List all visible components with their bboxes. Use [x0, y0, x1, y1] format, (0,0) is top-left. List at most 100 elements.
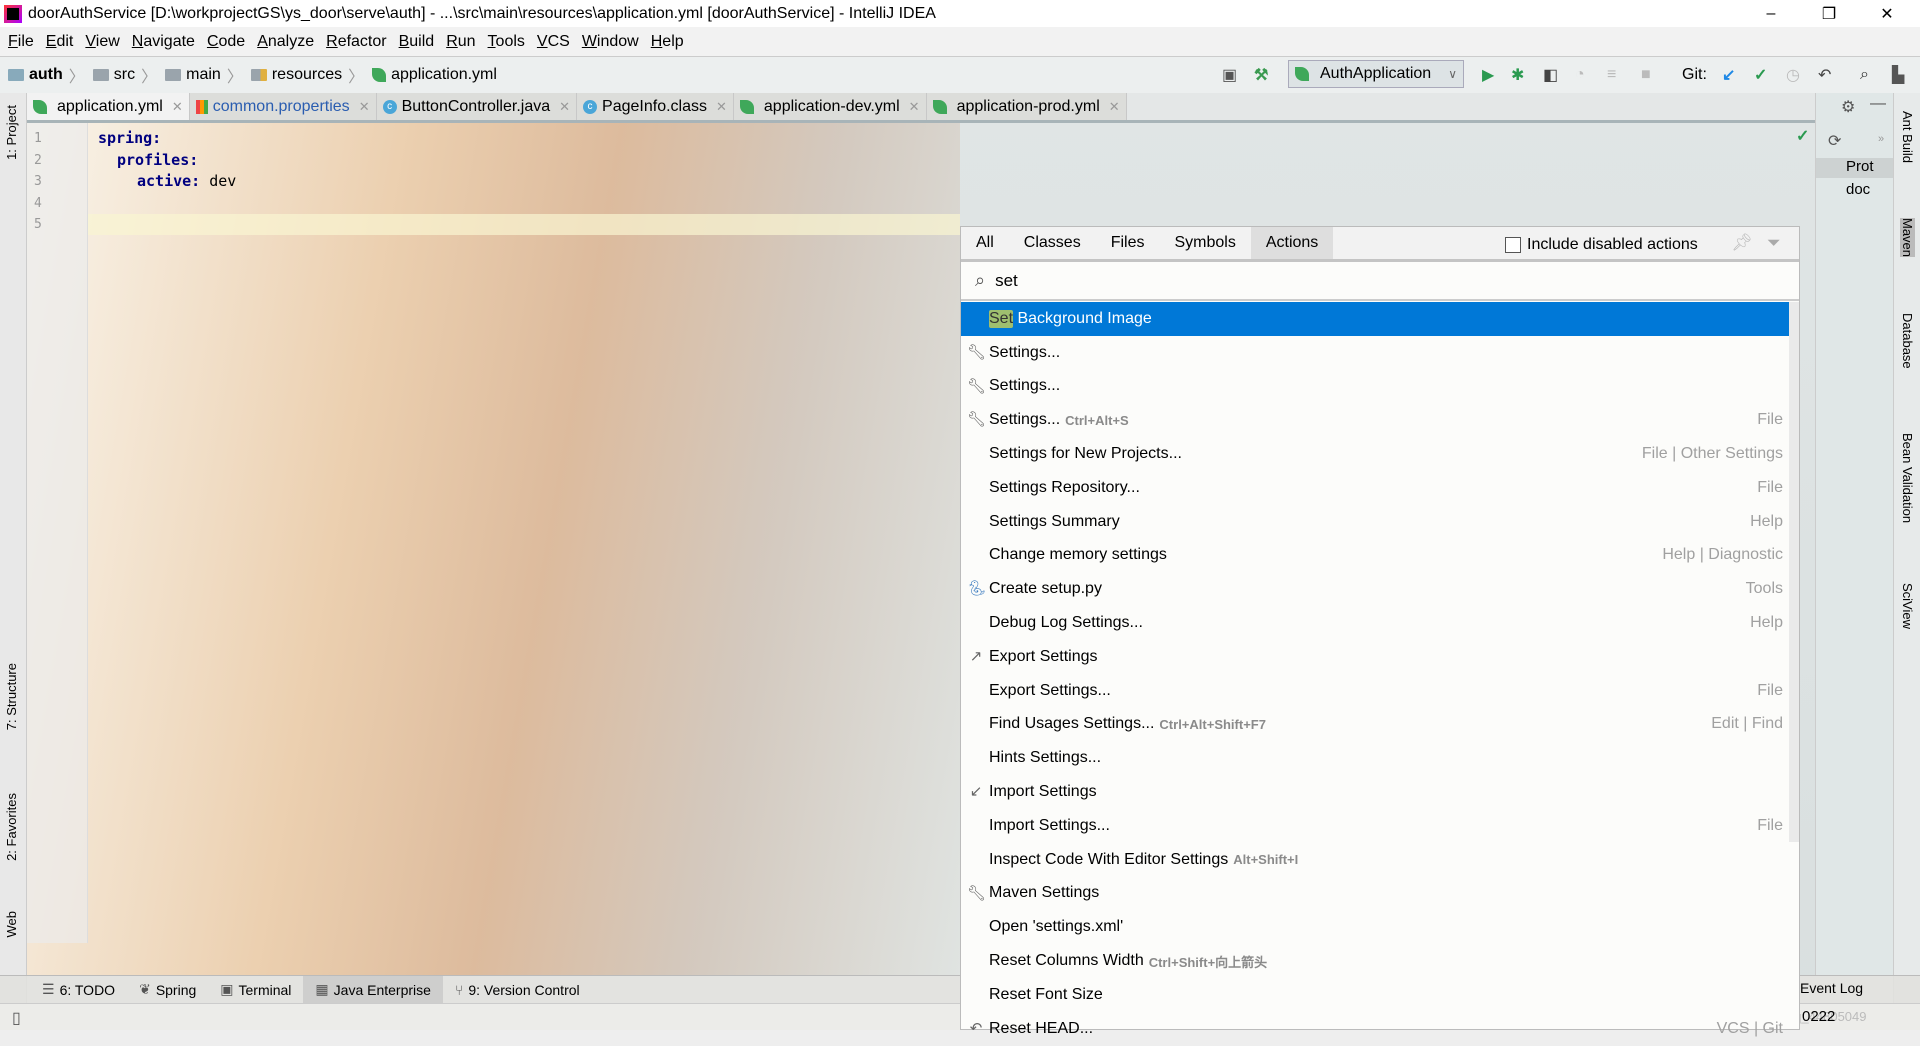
- search-tab-files[interactable]: Files: [1096, 227, 1160, 259]
- close-tab-icon[interactable]: ✕: [716, 99, 727, 115]
- event-log-button[interactable]: Event Log: [1800, 980, 1863, 996]
- minimize-button[interactable]: –: [1748, 0, 1794, 27]
- menu-help[interactable]: Help: [651, 33, 684, 51]
- close-tab-icon[interactable]: ✕: [172, 99, 183, 115]
- result-item[interactable]: 🔧︎ Maven Settings: [961, 877, 1789, 911]
- rollback-icon[interactable]: ↶: [1818, 64, 1831, 86]
- cursor-position[interactable]: 0222: [1802, 1008, 1835, 1025]
- close-tab-icon[interactable]: ✕: [559, 99, 570, 115]
- more-icon[interactable]: »: [1878, 133, 1884, 145]
- menu-edit[interactable]: Edit: [46, 33, 74, 51]
- attach-icon[interactable]: ≡: [1607, 64, 1616, 86]
- result-item[interactable]: Settings for New Projects... File | Other…: [961, 437, 1789, 471]
- result-item[interactable]: Hints Settings...: [961, 741, 1789, 775]
- menu-refactor[interactable]: Refactor: [326, 33, 386, 51]
- search-tab-all[interactable]: All: [961, 227, 1009, 259]
- breadcrumb-auth[interactable]: auth 〉: [8, 63, 85, 87]
- results-scrollbar[interactable]: [1789, 302, 1799, 842]
- result-item[interactable]: Set Background Image: [961, 302, 1789, 336]
- result-item[interactable]: Export Settings... File: [961, 674, 1789, 708]
- tab-common-properties[interactable]: common.properties ✕: [189, 93, 377, 120]
- code-line-1[interactable]: spring:: [98, 129, 161, 147]
- menu-run[interactable]: Run: [446, 33, 475, 51]
- result-item[interactable]: Settings Repository... File: [961, 471, 1789, 505]
- result-item[interactable]: ↙ Import Settings: [961, 775, 1789, 809]
- tab-application-yml[interactable]: application.yml ✕: [27, 93, 190, 120]
- close-tab-icon[interactable]: ✕: [1109, 99, 1120, 115]
- search-tab-classes[interactable]: Classes: [1009, 227, 1096, 259]
- web-tool-button[interactable]: Web: [4, 911, 19, 938]
- ant-build-tool-button[interactable]: Ant Build: [1900, 111, 1915, 163]
- build-hammer-icon[interactable]: ⚒: [1254, 64, 1268, 86]
- result-item[interactable]: ↶ Reset HEAD... VCS | Git: [961, 1012, 1789, 1046]
- run-with-coverage-icon[interactable]: ◧: [1543, 64, 1558, 86]
- database-tool-button[interactable]: Database: [1900, 313, 1915, 369]
- maven-tool-button[interactable]: Maven: [1900, 218, 1915, 258]
- result-item[interactable]: Inspect Code With Editor Settings Alt+Shi…: [961, 843, 1789, 877]
- tool-9-version-control[interactable]: ⑂ 9: Version Control: [443, 976, 592, 1003]
- debug-bug-icon[interactable]: ✱: [1511, 64, 1524, 86]
- result-item[interactable]: Reset Font Size: [961, 978, 1789, 1012]
- result-item[interactable]: ↗ Export Settings: [961, 640, 1789, 674]
- result-item[interactable]: Reset Columns Width Ctrl+Shift+向上箭头: [961, 944, 1789, 978]
- project-structure-icon[interactable]: ▣: [1222, 64, 1237, 86]
- menu-analyze[interactable]: Analyze: [257, 33, 314, 51]
- tab-pageinfo-class[interactable]: c PageInfo.class ✕: [577, 93, 734, 120]
- result-item[interactable]: Import Settings... File: [961, 809, 1789, 843]
- run-configuration-select[interactable]: AuthApplication ∨: [1288, 60, 1464, 88]
- tool-spring[interactable]: ❦ Spring: [127, 976, 208, 1003]
- menu-vcs[interactable]: VCS: [537, 33, 570, 51]
- result-item[interactable]: 🔧︎ Settings...: [961, 370, 1789, 404]
- project-tool-button[interactable]: 1: Project: [4, 105, 19, 160]
- search-field[interactable]: ⌕: [961, 262, 1799, 301]
- git-update-icon[interactable]: ↙: [1722, 64, 1735, 86]
- close-tab-icon[interactable]: ✕: [359, 99, 370, 115]
- checkbox[interactable]: [1505, 237, 1521, 253]
- tool-java-enterprise[interactable]: ▦ Java Enterprise: [303, 976, 443, 1003]
- maven-tree-item[interactable]: Prot: [1816, 158, 1894, 178]
- stop-icon[interactable]: ■: [1641, 64, 1651, 86]
- menu-window[interactable]: Window: [582, 33, 639, 51]
- close-button[interactable]: ✕: [1864, 0, 1910, 27]
- result-item[interactable]: 🔧︎ Settings... Ctrl+Alt+S File: [961, 403, 1789, 437]
- result-item[interactable]: 🔧︎ Settings...: [961, 336, 1789, 370]
- menu-tools[interactable]: Tools: [488, 33, 525, 51]
- breadcrumb-resources[interactable]: resources 〉: [250, 63, 364, 87]
- git-commit-check-icon[interactable]: ✓: [1754, 64, 1767, 86]
- search-input[interactable]: [995, 270, 1696, 291]
- include-disabled-actions-checkbox[interactable]: Include disabled actions: [1505, 236, 1698, 254]
- close-tab-icon[interactable]: ✕: [909, 99, 920, 115]
- code-line-2[interactable]: profiles:: [117, 151, 198, 169]
- gear-icon[interactable]: ⚙: [1841, 97, 1855, 117]
- sciview-tool-button[interactable]: SciView: [1900, 583, 1915, 629]
- structure-tool-button[interactable]: 7: Structure: [4, 663, 19, 730]
- toggle-tool-windows-icon[interactable]: ▯: [12, 1008, 21, 1028]
- result-item[interactable]: Open 'settings.xml': [961, 910, 1789, 944]
- tab-application-dev-yml[interactable]: application-dev.yml ✕: [733, 93, 927, 120]
- search-tab-symbols[interactable]: Symbols: [1159, 227, 1250, 259]
- result-item[interactable]: Settings Summary Help: [961, 505, 1789, 539]
- menu-build[interactable]: Build: [399, 33, 435, 51]
- maven-tree-item[interactable]: doc: [1816, 181, 1894, 198]
- git-history-icon[interactable]: ◷: [1786, 64, 1800, 86]
- menu-file[interactable]: File: [8, 33, 34, 51]
- breadcrumb-main[interactable]: main 〉: [165, 63, 243, 87]
- bean-validation-tool-button[interactable]: Bean Validation: [1900, 433, 1915, 523]
- tool-6-todo[interactable]: ☰ 6: TODO: [30, 976, 127, 1003]
- result-item[interactable]: 🐍︎ Create setup.py Tools: [961, 572, 1789, 606]
- project-view-icon[interactable]: ▙: [1892, 64, 1904, 86]
- result-item[interactable]: Debug Log Settings... Help: [961, 606, 1789, 640]
- result-item[interactable]: Change memory settings Help | Diagnostic: [961, 539, 1789, 573]
- hide-icon[interactable]: —: [1870, 95, 1886, 113]
- favorites-tool-button[interactable]: 2: Favorites: [4, 793, 19, 861]
- filter-icon[interactable]: ⏷: [1767, 233, 1781, 253]
- menu-code[interactable]: Code: [207, 33, 245, 51]
- result-item[interactable]: Find Usages Settings... Ctrl+Alt+Shift+F7…: [961, 708, 1789, 742]
- menu-view[interactable]: View: [85, 33, 119, 51]
- tool-terminal[interactable]: ▣ Terminal: [208, 976, 303, 1003]
- search-everywhere-icon[interactable]: ⌕: [1860, 64, 1869, 86]
- tab-application-prod-yml[interactable]: application-prod.yml ✕: [926, 93, 1127, 120]
- search-tab-actions[interactable]: Actions: [1250, 227, 1334, 259]
- menu-navigate[interactable]: Navigate: [132, 33, 195, 51]
- tab-buttoncontroller-java[interactable]: c ButtonController.java ✕: [376, 93, 578, 120]
